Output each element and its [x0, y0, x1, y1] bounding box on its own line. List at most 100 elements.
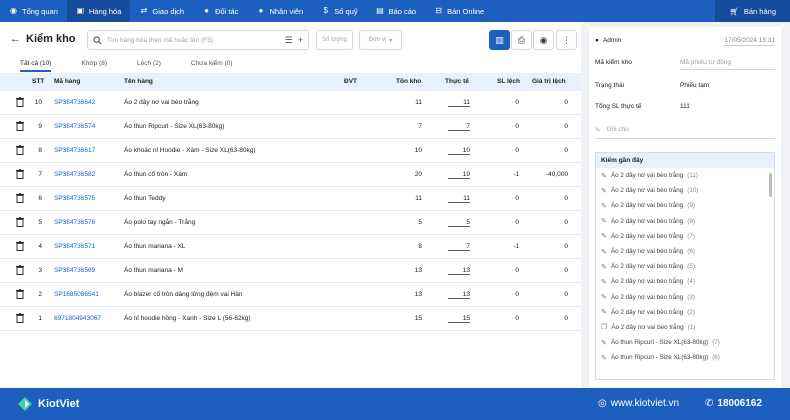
scrollbar[interactable] [769, 173, 772, 197]
row-stock: 11 [415, 99, 422, 106]
row-name: Áo thun Teddy [124, 195, 166, 202]
kiotviet-logo-icon [18, 397, 32, 411]
table-header: STT Mã hàng Tên hàng ĐVT Tồn kho Thực tế… [0, 73, 581, 91]
row-code[interactable]: SP1685086541 [54, 291, 99, 298]
row-code[interactable]: SP384736571 [54, 243, 95, 250]
cart-icon: 🛒︎ [729, 6, 739, 16]
row-value: 0 [564, 291, 568, 298]
row-stt: 6 [38, 195, 42, 202]
recent-item[interactable]: ✎ Áo 2 dây nơ vai bèo trắng (10) [596, 183, 774, 198]
pencil-icon: ✎ [601, 218, 607, 226]
row-stt: 5 [38, 219, 42, 226]
recent-item[interactable]: ✎ Áo 2 dây nơ vai bèo trắng (5) [596, 259, 774, 274]
view-button[interactable]: ◉ [533, 30, 554, 50]
row-real-input[interactable]: 19 [448, 171, 470, 179]
row-code[interactable]: SP384736576 [54, 219, 95, 226]
nav-staff[interactable]: ● Nhân viên [247, 0, 312, 22]
table-row: 9 SP384736574 Áo thun Ripcurl - Size XL(63… [0, 115, 581, 139]
print-button[interactable]: ⎙ [511, 30, 532, 50]
filter-tabs: Tất cả (10) Khớp (8) Lệch (2) Chưa kiểm … [0, 58, 581, 72]
trash-icon[interactable] [15, 241, 24, 252]
tab-matched[interactable]: Khớp (8) [81, 58, 107, 72]
tab-diff[interactable]: Lệch (2) [137, 58, 161, 72]
col-real: Thực tế [445, 78, 469, 85]
recent-item[interactable]: ✎ Áo 2 dây nơ vai bèo trắng (9) [596, 198, 774, 213]
row-real-input[interactable]: 15 [448, 315, 470, 323]
recent-item[interactable]: ✎ Áo thun Ripcurl - Size XL(63-80kg) (7) [596, 335, 774, 350]
trash-icon[interactable] [15, 145, 24, 156]
nav-cashbook[interactable]: $ Sổ quỹ [312, 0, 366, 22]
unit-select[interactable]: Đơn vị ▾ [359, 30, 402, 50]
trash-icon[interactable] [15, 169, 24, 180]
total-value: 111 [680, 103, 690, 110]
pencil-icon: ✎ [601, 354, 607, 362]
row-real-input[interactable]: 13 [448, 291, 470, 299]
row-real-input[interactable]: 11 [448, 99, 470, 107]
trash-icon[interactable] [15, 313, 24, 324]
date-field[interactable]: 17/05/2024 15:31 [724, 37, 775, 46]
trash-icon[interactable] [15, 121, 24, 132]
search-input[interactable]: Tìm hàng hóa theo mã hoặc tên (F3) ☰ + [87, 30, 309, 50]
row-value: -40,000 [545, 171, 568, 178]
coin-icon: $ [323, 6, 328, 15]
eye-icon: ◉ [10, 6, 17, 15]
row-real-input[interactable]: 7 [448, 123, 470, 131]
more-button[interactable]: ⋮ [556, 30, 577, 50]
nav-partners[interactable]: ● Đối tác [193, 0, 247, 22]
code-field[interactable]: Mã phiếu tự động [680, 59, 775, 70]
recent-item[interactable]: ✎ Áo thun Ripcurl - Size XL(63-80kg) (6) [596, 350, 774, 365]
plus-icon[interactable]: + [298, 35, 303, 45]
tab-unchecked[interactable]: Chưa kiểm (0) [191, 58, 233, 72]
row-real-input[interactable]: 5 [448, 219, 470, 227]
recent-item[interactable]: ✎ Áo 2 dây nơ vai bèo trắng (2) [596, 305, 774, 320]
trash-icon[interactable] [15, 97, 24, 108]
recent-item[interactable]: ✎ Áo 2 dây nơ vai bèo trắng (7) [596, 229, 774, 244]
row-real-input[interactable]: 13 [448, 267, 470, 275]
list-icon[interactable]: ☰ [285, 35, 293, 46]
col-stock: Tồn kho [396, 78, 422, 85]
row-real-input[interactable]: 10 [448, 147, 470, 155]
kiotviet-logo: KiotViet [17, 396, 79, 412]
table-row: 6 SP384736575 Áo thun Teddy 11 11 0 0 [0, 187, 581, 211]
note-field[interactable]: ✎ Ghi chú [595, 126, 775, 139]
trash-icon[interactable] [15, 217, 24, 228]
cart-icon: ⊟ [435, 6, 442, 15]
nav-transactions[interactable]: ⇄ Giao dịch [130, 0, 193, 22]
row-real-input[interactable]: 11 [448, 195, 470, 203]
barcode-mode-button[interactable]: ▥ [489, 30, 510, 50]
nav-products[interactable]: ▣ Hàng hóa [66, 0, 131, 22]
row-code[interactable]: SP384736575 [54, 195, 95, 202]
nav-reports[interactable]: ▤ Báo cáo [367, 0, 426, 22]
phone-icon: ✆ [705, 398, 714, 409]
back-arrow-icon[interactable]: ← [10, 33, 21, 45]
row-code[interactable]: SP384736582 [54, 171, 95, 178]
trash-icon[interactable] [15, 193, 24, 204]
nav-overview[interactable]: ◉ Tổng quan [0, 0, 67, 22]
trash-icon[interactable] [15, 289, 24, 300]
recent-item[interactable]: ❐ Áo 2 dây nơ vai bèo trắng (1) [596, 320, 774, 335]
website-link[interactable]: ◎ www.kiotviet.vn [598, 398, 679, 409]
row-stt: 9 [38, 123, 42, 130]
quantity-input[interactable]: Số lượng [316, 30, 353, 50]
admin-user[interactable]: ● Admin [595, 37, 621, 44]
row-code[interactable]: 6971804943067 [54, 315, 101, 322]
recent-item[interactable]: ✎ Áo 2 dây nơ vai bèo trắng (8) [596, 214, 774, 229]
row-code[interactable]: SP384736574 [54, 123, 95, 130]
row-code[interactable]: SP384736569 [54, 267, 95, 274]
tab-all[interactable]: Tất cả (10) [20, 58, 52, 72]
trash-icon[interactable] [15, 265, 24, 276]
recent-item[interactable]: ✎ Áo 2 dây nơ vai bèo trắng (11) [596, 168, 774, 183]
row-code[interactable]: SP384736642 [54, 99, 95, 106]
pencil-icon: ✎ [601, 263, 607, 271]
row-diff: 0 [515, 291, 519, 298]
row-value: 0 [564, 123, 568, 130]
row-real-input[interactable]: 7 [448, 243, 470, 251]
nav-online[interactable]: ⊟ Bán Online [425, 0, 493, 22]
sell-button[interactable]: 🛒︎ Bán hàng [715, 0, 790, 22]
recent-item[interactable]: ✎ Áo 2 dây nơ vai bèo trắng (4) [596, 274, 774, 289]
recent-item[interactable]: ✎ Áo 2 dây nơ vai bèo trắng (3) [596, 290, 774, 305]
row-diff: 0 [515, 195, 519, 202]
hotline[interactable]: ✆ 18006162 [705, 398, 762, 409]
recent-item[interactable]: ✎ Áo 2 dây nơ vai bèo trắng (6) [596, 244, 774, 259]
row-code[interactable]: SP384736617 [54, 147, 95, 154]
